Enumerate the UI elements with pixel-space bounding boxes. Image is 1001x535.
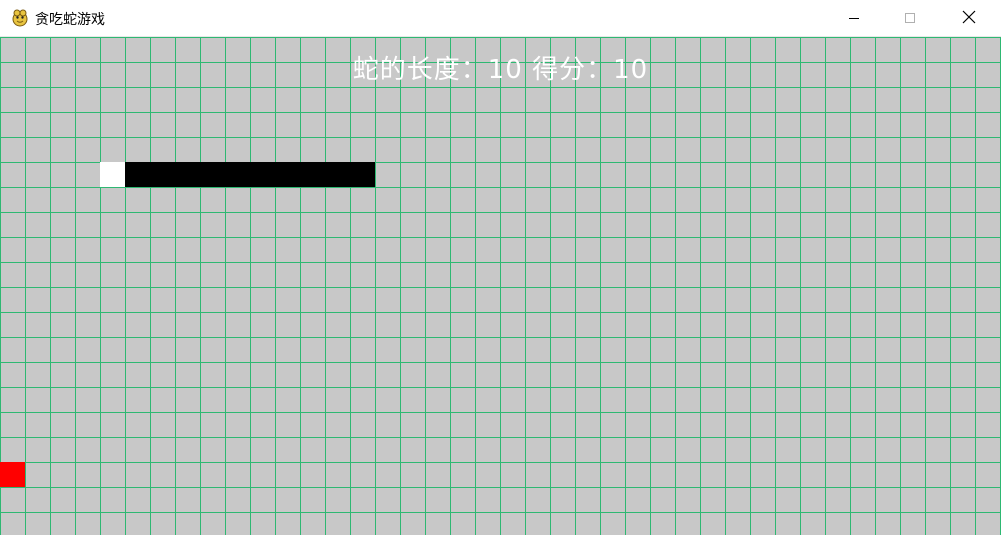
snake-body-segment: [250, 162, 275, 187]
window-title: 贪吃蛇游戏: [35, 12, 105, 28]
snake-body-segment: [225, 162, 250, 187]
snake-length-value: 10: [487, 55, 523, 85]
score-hud: 蛇的长度：10 得分：10: [0, 49, 1001, 86]
close-icon: [962, 9, 976, 28]
close-button[interactable]: [946, 0, 992, 36]
title-bar: 贪吃蛇游戏: [0, 0, 1001, 37]
snake-body-segment: [275, 162, 300, 187]
score-label: 得分：: [532, 55, 614, 85]
snake-body-segment: [350, 162, 375, 187]
snake-length-label: 蛇的长度：: [352, 55, 488, 85]
snake-body-segment: [300, 162, 325, 187]
snake-body-segment: [200, 162, 225, 187]
snake-app-icon: [10, 7, 30, 27]
snake-body-segment: [325, 162, 350, 187]
snake-head: [100, 162, 125, 187]
minimize-button[interactable]: [831, 0, 877, 36]
snake-body-segment: [150, 162, 175, 187]
maximize-button[interactable]: [887, 0, 933, 36]
maximize-icon: [904, 9, 916, 28]
food-item: [0, 462, 25, 487]
minimize-icon: [848, 9, 860, 28]
score-value: 10: [613, 55, 649, 85]
snake-body-segment: [175, 162, 200, 187]
game-board[interactable]: 蛇的长度：10 得分：10: [0, 37, 1001, 535]
snake-body-segment: [125, 162, 150, 187]
